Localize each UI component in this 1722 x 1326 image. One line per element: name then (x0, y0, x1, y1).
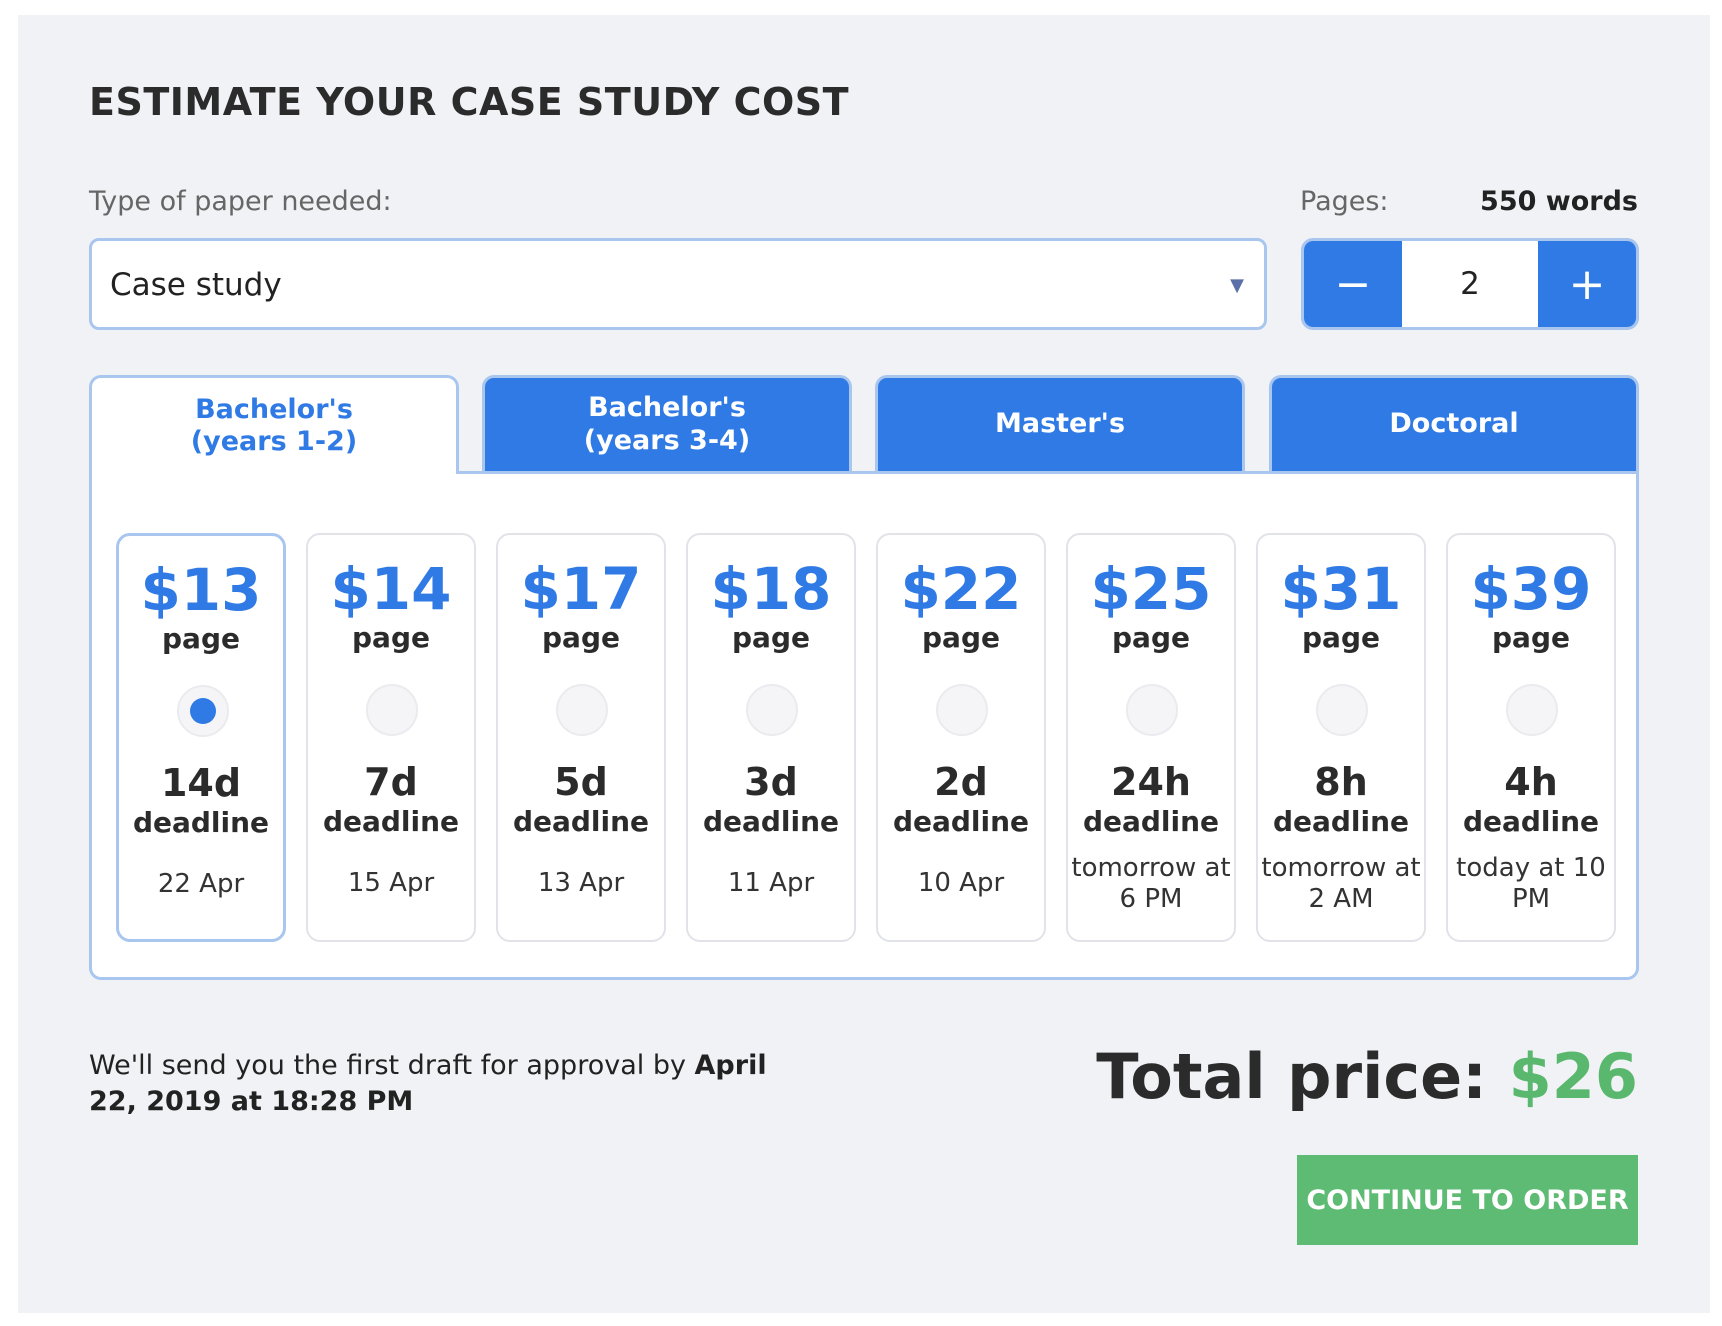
option-duration: 24h (1111, 760, 1191, 804)
option-deadline-label: deadline (1462, 805, 1600, 838)
tab-label: Master's (994, 408, 1126, 440)
option-unit: page (1112, 621, 1190, 654)
option-radio[interactable] (936, 684, 988, 736)
option-radio[interactable] (177, 685, 229, 737)
deadline-options-panel: $13 page 14d deadline 22 Apr $14 page 7d… (89, 471, 1639, 980)
option-date: 13 Apr (537, 868, 625, 898)
tab-label: Doctoral (1389, 408, 1519, 440)
option-price: $25 (1090, 555, 1212, 623)
deadline-option-5d[interactable]: $17 page 5d deadline 13 Apr (496, 533, 666, 942)
word-count: 550 words (1480, 186, 1638, 217)
option-unit: page (352, 621, 430, 654)
option-duration: 7d (364, 760, 418, 804)
option-duration: 5d (554, 760, 608, 804)
option-date: tomorrow at 6 PM (1071, 853, 1231, 915)
option-radio[interactable] (366, 684, 418, 736)
option-duration: 14d (160, 761, 242, 805)
continue-to-order-button[interactable]: CONTINUE TO ORDER (1297, 1155, 1638, 1245)
deadline-option-2d[interactable]: $22 page 2d deadline 10 Apr (876, 533, 1046, 942)
option-unit: page (1302, 621, 1380, 654)
increase-pages-button[interactable]: + (1538, 241, 1636, 327)
option-radio[interactable] (1506, 684, 1558, 736)
pages-count[interactable]: 2 (1402, 241, 1538, 327)
option-date: tomorrow at 2 AM (1261, 853, 1421, 915)
option-radio[interactable] (1126, 684, 1178, 736)
option-price: $22 (900, 555, 1022, 623)
total-price-label: Total price: (1096, 1040, 1487, 1113)
note-text: We'll send you the first draft for appro… (89, 1050, 695, 1081)
option-deadline-label: deadline (512, 805, 650, 838)
option-date: 22 Apr (157, 869, 245, 899)
pages-stepper[interactable]: − 2 + (1301, 238, 1639, 330)
option-radio[interactable] (1316, 684, 1368, 736)
option-price: $39 (1470, 555, 1592, 623)
option-price: $14 (330, 555, 452, 623)
tab-bachelors-1-2[interactable]: Bachelor's (years 1-2) (89, 375, 459, 474)
option-unit: page (1492, 621, 1570, 654)
draft-approval-note: We'll send you the first draft for appro… (89, 1048, 789, 1121)
deadline-option-24h[interactable]: $25 page 24h deadline tomorrow at 6 PM (1066, 533, 1236, 942)
option-price: $13 (140, 556, 262, 624)
tab-label: Bachelor's (years 3-4) (583, 392, 751, 456)
option-duration: 8h (1314, 760, 1368, 804)
option-unit: page (542, 621, 620, 654)
page-title: ESTIMATE YOUR CASE STUDY COST (89, 80, 850, 124)
option-unit: page (162, 622, 240, 655)
option-price: $18 (710, 555, 832, 623)
chevron-down-icon: ▼ (1230, 275, 1244, 296)
option-deadline-label: deadline (702, 805, 840, 838)
paper-type-select[interactable]: Case study ▼ (89, 238, 1267, 330)
deadline-option-4h[interactable]: $39 page 4h deadline today at 10 PM (1446, 533, 1616, 942)
option-deadline-label: deadline (132, 806, 270, 839)
deadline-option-7d[interactable]: $14 page 7d deadline 15 Apr (306, 533, 476, 942)
paper-type-value: Case study (110, 267, 282, 303)
paper-type-label: Type of paper needed: (89, 186, 392, 217)
option-date: today at 10 PM (1456, 853, 1606, 915)
radio-selected-dot (190, 698, 216, 724)
option-deadline-label: deadline (1272, 805, 1410, 838)
pages-label: Pages: (1300, 186, 1389, 217)
deadline-option-14d[interactable]: $13 page 14d deadline 22 Apr (116, 533, 286, 942)
total-price: Total price: $26 (1096, 1040, 1638, 1113)
option-date: 10 Apr (917, 868, 1005, 898)
option-duration: 3d (744, 760, 798, 804)
tab-doctoral[interactable]: Doctoral (1269, 375, 1639, 471)
option-deadline-label: deadline (1082, 805, 1220, 838)
option-deadline-label: deadline (892, 805, 1030, 838)
academic-level-tabs: Bachelor's (years 1-2) Bachelor's (years… (89, 375, 1639, 980)
option-duration: 4h (1504, 760, 1558, 804)
deadline-option-8h[interactable]: $31 page 8h deadline tomorrow at 2 AM (1256, 533, 1426, 942)
tab-bachelors-3-4[interactable]: Bachelor's (years 3-4) (482, 375, 852, 471)
decrease-pages-button[interactable]: − (1304, 241, 1402, 327)
option-radio[interactable] (556, 684, 608, 736)
tab-masters[interactable]: Master's (875, 375, 1245, 471)
total-price-amount: $26 (1508, 1040, 1638, 1113)
option-price: $31 (1280, 555, 1402, 623)
option-duration: 2d (934, 760, 988, 804)
deadline-option-3d[interactable]: $18 page 3d deadline 11 Apr (686, 533, 856, 942)
option-date: 15 Apr (347, 868, 435, 898)
option-radio[interactable] (746, 684, 798, 736)
option-deadline-label: deadline (322, 805, 460, 838)
option-unit: page (732, 621, 810, 654)
option-date: 11 Apr (727, 868, 815, 898)
tab-label: Bachelor's (years 1-2) (190, 393, 358, 457)
option-price: $17 (520, 555, 642, 623)
option-unit: page (922, 621, 1000, 654)
